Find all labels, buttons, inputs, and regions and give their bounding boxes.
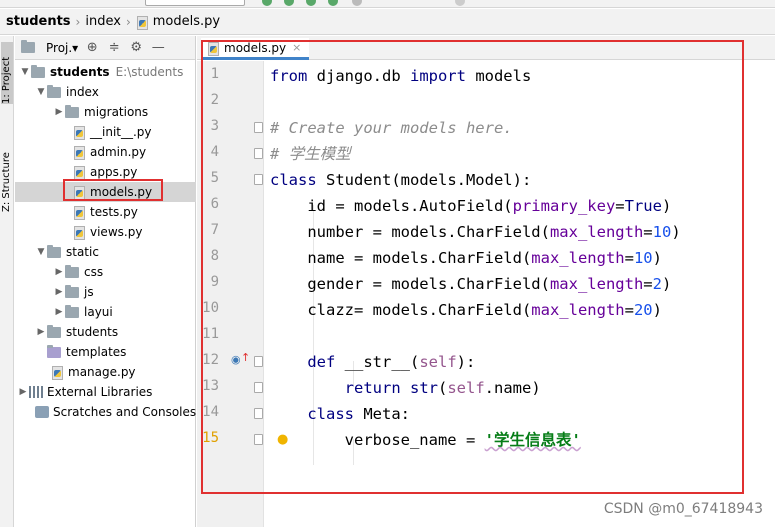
tree-item-views[interactable]: views.py [73, 222, 142, 242]
folder-icon [47, 84, 61, 98]
project-view-selector[interactable]: Proj.▾ [46, 41, 78, 55]
chevron-down-icon[interactable]: ▼ [19, 67, 31, 77]
python-file-icon [51, 365, 63, 380]
project-tool-tab[interactable]: 1: Project [1, 42, 13, 104]
structure-tool-tab[interactable]: Z: Structure [1, 132, 13, 212]
folder-icon [31, 64, 45, 78]
tree-item-static[interactable]: ▼ static [35, 242, 99, 262]
tree-item-students[interactable]: ▼ students E:\students [19, 62, 183, 82]
tree-item-migrations[interactable]: ▶ migrations [53, 102, 148, 122]
chevron-right-icon[interactable]: ▶ [35, 327, 47, 337]
breadcrumb-file[interactable]: models.py [153, 14, 220, 29]
project-panel-header: Proj.▾ ⊕ ≑ ⚙ — [15, 36, 195, 60]
folder-icon [47, 244, 61, 258]
minimize-icon[interactable]: — [150, 40, 166, 55]
scratch-icon [35, 406, 49, 418]
tree-item-admin[interactable]: admin.py [73, 142, 146, 162]
profile-icon[interactable] [328, 0, 338, 6]
library-icon [29, 386, 43, 398]
tree-item-students-package[interactable]: ▶ students [35, 322, 118, 342]
tool-window-strip: 1: Project Z: Structure [0, 36, 14, 527]
python-file-icon [73, 225, 85, 240]
tree-item-scratches[interactable]: Scratches and Consoles [35, 402, 196, 422]
python-file-icon [73, 165, 85, 180]
folder-icon [65, 284, 79, 298]
run-icon[interactable] [262, 0, 272, 6]
search-icon[interactable] [455, 0, 465, 6]
chevron-right-icon[interactable]: ▶ [53, 107, 65, 117]
debug-icon[interactable] [284, 0, 294, 6]
coverage-icon[interactable] [306, 0, 316, 6]
tree-item-templates[interactable]: templates [47, 342, 126, 362]
tree-item-external-libraries[interactable]: ▶ External Libraries [17, 382, 153, 402]
tree-item-layui[interactable]: ▶ layui [53, 302, 113, 322]
tree-item-init[interactable]: __init__.py [73, 122, 152, 142]
chevron-down-icon[interactable]: ▼ [35, 247, 47, 257]
python-file-icon [73, 125, 85, 140]
folder-icon [65, 264, 79, 278]
chevron-right-icon: › [75, 14, 81, 29]
folder-icon [21, 40, 35, 53]
highlight-box-editor [201, 40, 744, 494]
gear-icon[interactable]: ⚙ [128, 40, 144, 55]
python-file-icon [73, 145, 85, 160]
chevron-right-icon: › [125, 14, 131, 29]
chevron-right-icon[interactable]: ▶ [17, 387, 29, 397]
chevron-right-icon[interactable]: ▶ [53, 267, 65, 277]
main-toolbar [0, 0, 775, 8]
folder-icon [65, 304, 79, 318]
tree-item-manage[interactable]: manage.py [51, 362, 136, 382]
breadcrumb: students › index › models.py [0, 9, 775, 35]
python-file-icon [73, 205, 85, 220]
tree-item-css[interactable]: ▶ css [53, 262, 103, 282]
folder-icon [47, 344, 61, 358]
chevron-down-icon[interactable]: ▼ [35, 87, 47, 97]
chevron-right-icon[interactable]: ▶ [53, 307, 65, 317]
breadcrumb-folder[interactable]: index [85, 14, 121, 29]
tree-item-index[interactable]: ▼ index [35, 82, 99, 102]
chevron-right-icon[interactable]: ▶ [53, 287, 65, 297]
tree-item-tests[interactable]: tests.py [73, 202, 138, 222]
tree-item-js[interactable]: ▶ js [53, 282, 94, 302]
highlight-box-models-file [63, 179, 163, 201]
project-panel: Proj.▾ ⊕ ≑ ⚙ — ▼ students E:\students ▼ … [15, 36, 196, 527]
python-file-icon [136, 15, 148, 30]
run-config-selector[interactable] [145, 0, 245, 6]
folder-icon [47, 324, 61, 338]
watermark: CSDN @m0_67418943 [603, 501, 763, 517]
breadcrumb-project[interactable]: students [6, 14, 71, 29]
folder-icon [65, 104, 79, 118]
stop-icon[interactable] [352, 0, 362, 6]
collapse-icon[interactable]: ≑ [106, 40, 122, 55]
locate-icon[interactable]: ⊕ [84, 40, 100, 55]
